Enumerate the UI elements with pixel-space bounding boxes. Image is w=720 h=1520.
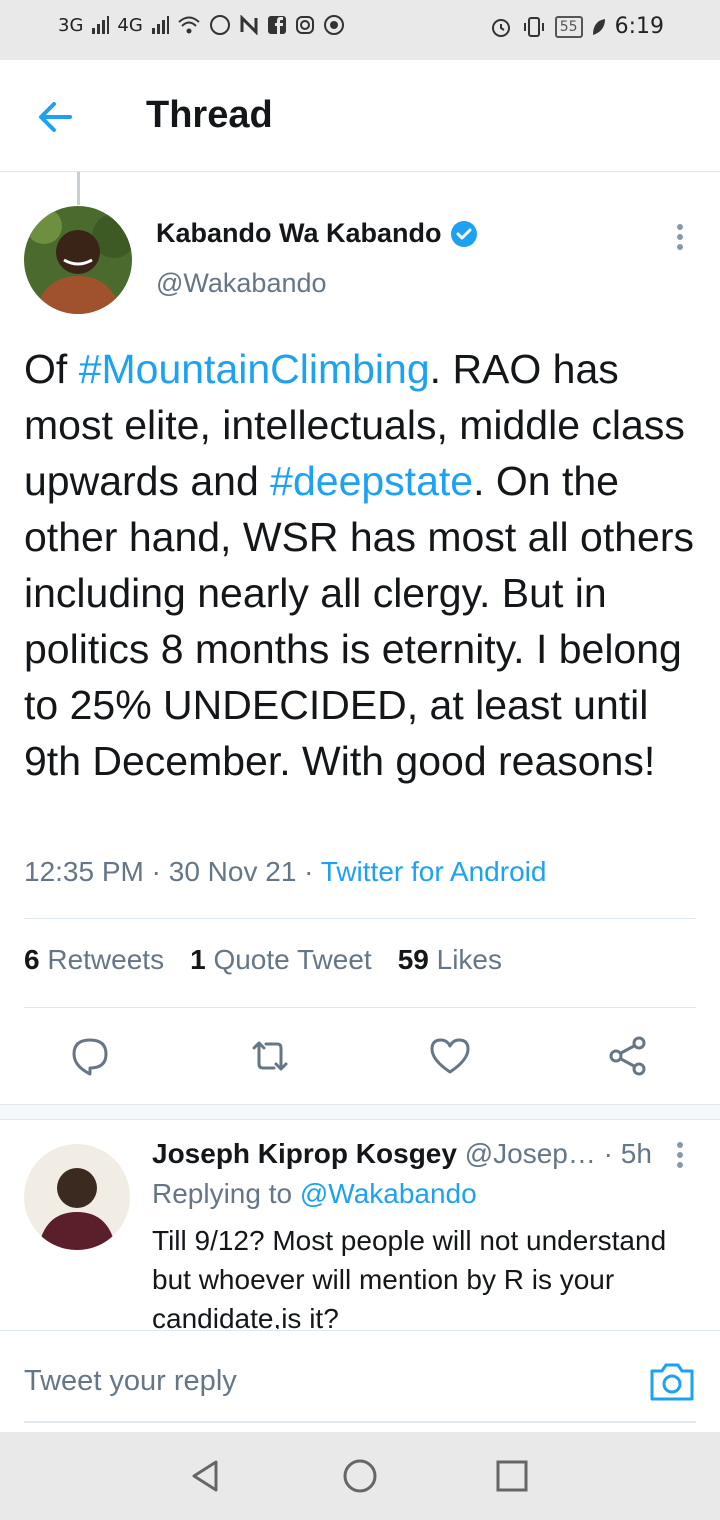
author-name[interactable]: Kabando Wa Kabando (156, 218, 442, 249)
vibrate-icon (523, 16, 544, 37)
instagram-icon (295, 16, 314, 34)
app-shield-icon (323, 15, 344, 35)
quotes-label: Quote Tweet (213, 944, 372, 975)
tweet-text-part: . On the other hand, WSR has most all ot… (24, 458, 694, 784)
whatsapp-icon (209, 15, 230, 35)
replying-to-link[interactable]: @Wakabando (300, 1178, 477, 1209)
tweet-text-part: Of (24, 346, 79, 392)
wifi-icon (178, 16, 200, 34)
likes-stat[interactable]: 59 Likes (398, 944, 502, 976)
author-name-row: Kabando Wa Kabando (156, 218, 478, 249)
reply-author-name[interactable]: Joseph Kiprop Kosgey (152, 1138, 457, 1169)
system-nav-bar (0, 1432, 720, 1520)
compose-underline (24, 1421, 696, 1423)
battery-saver-leaf-icon (592, 18, 605, 35)
replying-prefix: Replying to (152, 1178, 293, 1209)
reply-compose-bar: Tweet your reply (0, 1330, 720, 1431)
reply-author-avatar[interactable] (24, 1144, 130, 1250)
signal-icon (92, 16, 110, 34)
avatar-image (24, 206, 132, 314)
verified-badge-icon (450, 220, 477, 247)
camera-icon[interactable] (648, 1359, 696, 1403)
share-icon[interactable] (606, 1034, 650, 1078)
divider (24, 918, 696, 919)
alarm-icon (491, 18, 510, 37)
like-icon[interactable] (428, 1034, 472, 1078)
reply-author-handle[interactable]: @Josep… (465, 1138, 596, 1169)
tweet-date: 30 Nov 21 (168, 856, 297, 887)
quotes-stat[interactable]: 1 Quote Tweet (190, 944, 372, 976)
retweets-count: 6 (24, 944, 40, 975)
likes-label: Likes (436, 944, 503, 975)
reply-age: · 5h (603, 1138, 652, 1169)
section-separator (0, 1104, 720, 1120)
network-3g-label: 3G (58, 14, 84, 36)
reply-more-vertical-icon[interactable] (668, 1140, 692, 1170)
tweet-stats: 6 Retweets 1 Quote Tweet 59 Likes (24, 944, 502, 976)
reply-icon[interactable] (68, 1034, 112, 1078)
tweet-source-link[interactable]: Twitter for Android (321, 856, 547, 887)
author-handle[interactable]: @Wakabando (156, 268, 327, 299)
author-avatar[interactable] (24, 206, 132, 314)
signal-icon-2 (151, 16, 169, 34)
page-title: Thread (146, 94, 273, 136)
back-arrow-icon[interactable] (30, 92, 80, 142)
tweet-time: 12:35 PM (24, 856, 144, 887)
meta-separator: · (151, 856, 169, 887)
divider (24, 1007, 696, 1008)
nav-home-icon[interactable] (340, 1456, 380, 1496)
retweets-label: Retweets (47, 944, 165, 975)
nav-back-icon[interactable] (186, 1456, 226, 1496)
likes-count: 59 (397, 944, 429, 975)
reply-input[interactable]: Tweet your reply (24, 1365, 237, 1398)
retweets-stat[interactable]: 6 Retweets (24, 944, 164, 976)
replying-to: Replying to @Wakabando (152, 1178, 477, 1210)
quotes-count: 1 (190, 944, 206, 975)
meta-separator: · (304, 856, 321, 887)
notification-n-icon (240, 15, 258, 35)
app-header: Thread (0, 60, 720, 172)
retweet-icon[interactable] (248, 1034, 292, 1078)
reply-header: Joseph Kiprop Kosgey @Josep… · 5h (152, 1138, 652, 1170)
network-4g-label: 4G (117, 14, 143, 36)
nav-recents-icon[interactable] (492, 1456, 532, 1496)
more-vertical-icon[interactable] (668, 222, 692, 252)
reply-avatar-image (24, 1144, 130, 1250)
status-bar: 3G 4G 55 6:19 (0, 0, 720, 60)
reply-text: Till 9/12? Most people will not understa… (152, 1225, 667, 1329)
hashtag-link[interactable]: #MountainClimbing (79, 346, 430, 392)
tweet-meta: 12:35 PM · 30 Nov 21 · Twitter for Andro… (24, 856, 546, 888)
battery-level: 55 (554, 15, 583, 38)
thread-connector-line (77, 172, 80, 205)
facebook-icon (267, 16, 286, 34)
hashtag-link[interactable]: #deepstate (270, 458, 473, 504)
clock: 6:19 (614, 14, 664, 39)
status-left: 3G 4G (58, 14, 345, 36)
status-right: 55 6:19 (489, 14, 664, 39)
tweet-text: Of #MountainClimbing. RAO has most elite… (24, 341, 704, 789)
